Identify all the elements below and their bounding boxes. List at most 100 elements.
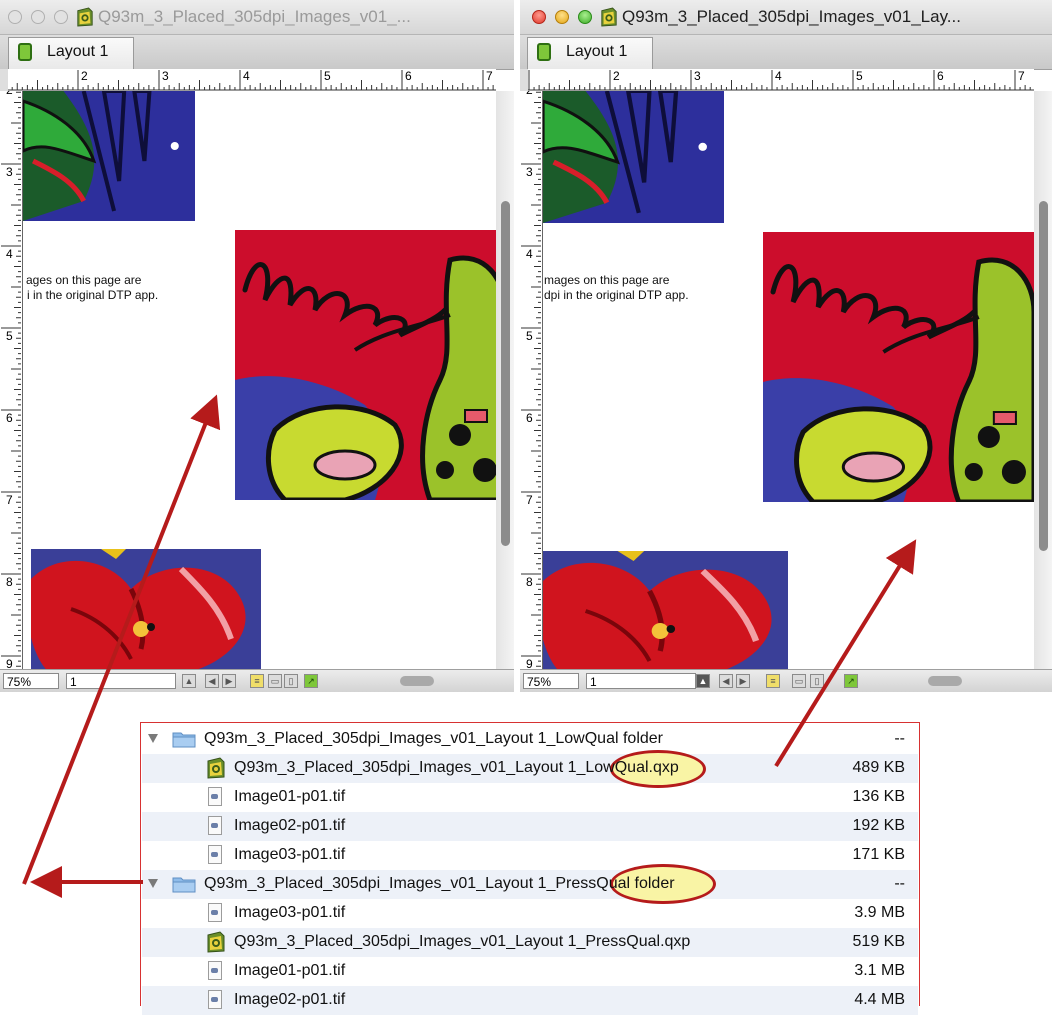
placed-image-01[interactable] [763,232,1034,502]
ruler-number: 8 [6,575,13,589]
file-size: 3.9 MB [854,904,905,921]
tif-file-icon [208,903,222,922]
layout-page-icon [537,43,551,61]
close-button[interactable] [8,10,22,24]
vertical-scroll-thumb[interactable] [501,201,510,546]
ruler-number: 4 [6,247,13,261]
horizontal-ruler[interactable]: 2 3 4 5 6 7 [8,69,496,92]
ruler-number: 3 [6,165,13,179]
ruler-number: 7 [1018,69,1025,83]
tab-layout-1[interactable]: Layout 1 [8,37,134,69]
file-name: Image02-p01.tif [234,991,346,1008]
horizontal-scroll-thumb[interactable] [928,676,962,686]
previous-page-button[interactable]: ◀ [719,674,733,688]
list-item-file[interactable]: Q93m_3_Placed_305dpi_Images_v01_Layout 1… [142,750,918,788]
page-number-field[interactable]: 1 [586,673,696,689]
tif-file-icon [208,787,222,806]
page-menu-button[interactable]: ▲ [696,674,710,688]
placed-image-03[interactable] [23,91,195,221]
file-name: Image02-p01.tif [234,817,346,834]
zoom-button[interactable] [54,10,68,24]
zoom-button[interactable] [578,10,592,24]
right-document-window: Q93m_3_Placed_305dpi_Images_v01_Lay... L… [520,0,1052,692]
minimize-button[interactable] [555,10,569,24]
file-name: Image03-p01.tif [234,846,346,863]
vertical-ruler[interactable]: 2 3 4 5 6 7 8 9 [520,91,543,669]
list-item-file[interactable]: Image02-p01.tif 4.4 MB [142,986,918,1015]
export-arrow-icon[interactable]: ↗ [304,674,318,688]
zoom-field[interactable]: 75% [3,673,59,689]
tif-file-icon [208,845,222,864]
placed-image-03[interactable] [543,91,724,223]
export-arrow-icon[interactable]: ↗ [844,674,858,688]
ruler-number: 6 [937,69,944,83]
ruler-number: 6 [526,411,533,425]
minimize-button[interactable] [31,10,45,24]
file-size: 136 KB [852,788,905,805]
vertical-ruler[interactable]: 2 3 4 5 6 7 8 9 [0,91,23,669]
list-item-file[interactable]: Q93m_3_Placed_305dpi_Images_v01_Layout 1… [142,928,918,957]
list-item-folder[interactable]: Q93m_3_Placed_305dpi_Images_v01_Layout 1… [142,864,918,904]
view-mode-icon[interactable]: ≡ [250,674,264,688]
page-canvas[interactable]: ages on this page are i in the original … [23,91,496,669]
placed-image-02[interactable] [543,551,788,669]
ruler-origin[interactable] [520,69,528,91]
ruler-number: 7 [6,493,13,507]
list-item-file[interactable]: Image03-p01.tif 3.9 MB [142,899,918,928]
vertical-scroll-thumb[interactable] [1039,201,1048,551]
window-title: Q93m_3_Placed_305dpi_Images_v01_... [98,7,411,26]
page-menu-button[interactable]: ▲ [182,674,196,688]
list-item-file[interactable]: Image01-p01.tif 136 KB [142,783,918,812]
ruler-number: 7 [486,69,493,83]
split-horizontal-icon[interactable]: ▭ [268,674,282,688]
list-item-file[interactable]: Image01-p01.tif 3.1 MB [142,957,918,986]
folder-icon [172,730,196,748]
close-button[interactable] [532,10,546,24]
zoom-field[interactable]: 75% [523,673,579,689]
split-horizontal-icon[interactable]: ▭ [792,674,806,688]
view-mode-icon[interactable]: ≡ [766,674,780,688]
next-page-button[interactable]: ▶ [736,674,750,688]
horizontal-ruler[interactable]: 2 3 4 5 6 7 [528,69,1034,92]
disclosure-triangle-icon[interactable] [148,879,158,888]
placed-image-01[interactable] [235,230,496,500]
horizontal-scroll-thumb[interactable] [400,676,434,686]
vertical-scrollbar[interactable] [496,91,514,669]
placed-image-02[interactable] [31,549,261,669]
tif-file-icon [208,990,222,1009]
ruler-number: 3 [694,69,701,83]
list-item-file[interactable]: Image02-p01.tif 192 KB [142,812,918,841]
file-name: Q93m_3_Placed_305dpi_Images_v01_Layout 1… [234,933,691,950]
layout-page-icon [18,43,32,61]
ruler-number: 2 [6,91,13,97]
vertical-scrollbar[interactable] [1034,91,1052,669]
disclosure-triangle-icon[interactable] [148,734,158,743]
ruler-number: 2 [613,69,620,83]
title-bar: Q93m_3_Placed_305dpi_Images_v01_... [0,0,514,35]
file-size: 4.4 MB [854,991,905,1008]
page-canvas[interactable]: mages on this page are dpi in the origin… [543,91,1034,669]
tif-file-icon [208,816,222,835]
list-item-file[interactable]: Image03-p01.tif 171 KB [142,841,918,870]
file-size: 489 KB [852,759,905,776]
file-name: Q93m_3_Placed_305dpi_Images_v01_Layout 1… [204,730,663,747]
tab-layout-1[interactable]: Layout 1 [527,37,653,69]
list-item-folder[interactable]: Q93m_3_Placed_305dpi_Images_v01_Layout 1… [142,725,918,754]
ruler-number: 6 [405,69,412,83]
file-size: -- [894,730,905,747]
tif-file-icon [208,961,222,980]
ruler-origin[interactable] [0,69,8,91]
ruler-number: 4 [526,247,533,261]
ruler-number: 4 [775,69,782,83]
qxp-file-icon [206,931,226,953]
previous-page-button[interactable]: ◀ [205,674,219,688]
tab-label: Layout 1 [566,43,628,60]
next-page-button[interactable]: ▶ [222,674,236,688]
page-number-field[interactable]: 1 [66,673,176,689]
qxp-document-icon [76,7,94,27]
file-name: Image01-p01.tif [234,788,346,805]
tab-label: Layout 1 [47,43,109,60]
page-text-line-2: i in the original DTP app. [27,288,159,302]
split-vertical-icon[interactable]: ▯ [284,674,298,688]
split-vertical-icon[interactable]: ▯ [810,674,824,688]
